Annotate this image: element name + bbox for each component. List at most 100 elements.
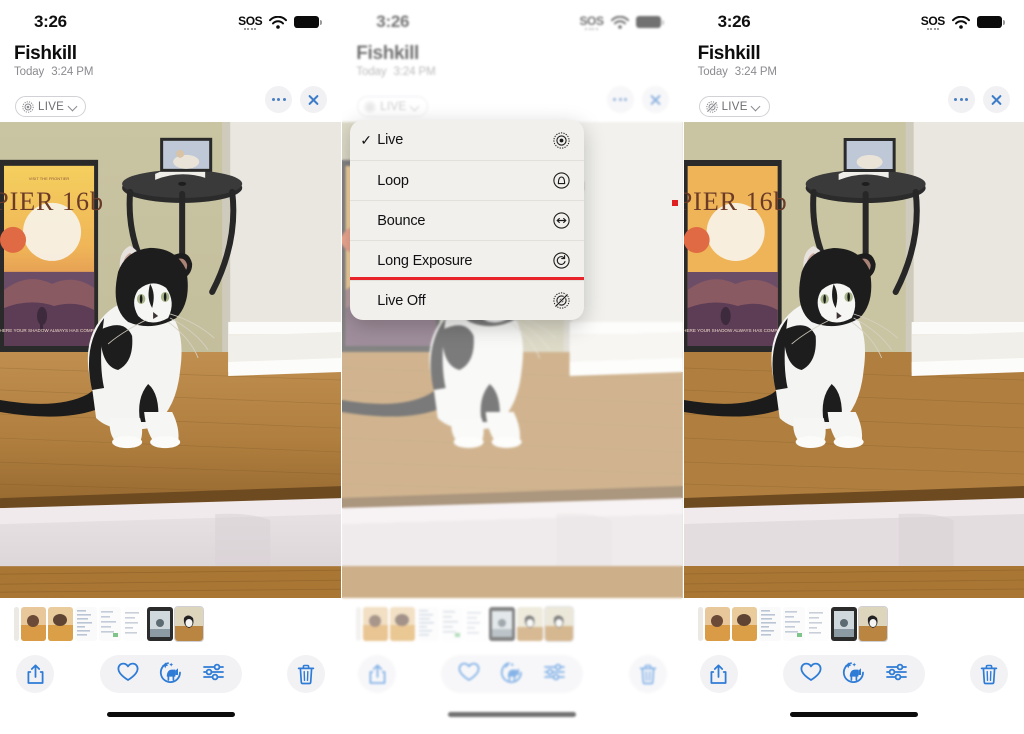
thumbnail-item[interactable]	[830, 607, 857, 641]
photo-actions-group	[782, 655, 925, 693]
thumbnail-item[interactable]	[465, 607, 488, 641]
photo-viewer[interactable]: WHERE YOUR SHADOW ALWAYS HAS COMPANY PIE…	[0, 122, 342, 598]
adjust-sliders-icon	[202, 663, 224, 680]
photo-date: Today	[356, 66, 387, 78]
photographic-styles-icon	[842, 661, 864, 683]
delete-button[interactable]	[628, 655, 667, 693]
thumbnail-item[interactable]	[417, 607, 440, 641]
photo-time: 3:24 PM	[51, 66, 94, 78]
thumbnail-item[interactable]	[697, 607, 703, 641]
thumbnail-item[interactable]	[489, 607, 516, 641]
status-bar: 3:26 SOS	[0, 0, 341, 40]
photo-toolbar	[684, 644, 1024, 698]
header-buttons	[265, 86, 328, 113]
menu-item-live-off[interactable]: Live Off	[350, 280, 585, 320]
chevron-down-icon	[68, 102, 77, 111]
live-mode-button[interactable]: LIVE	[698, 96, 770, 117]
thumbnail-strip[interactable]	[342, 598, 682, 644]
share-button[interactable]	[358, 655, 397, 693]
thumbnail-item[interactable]	[123, 607, 145, 641]
thumbnail-item[interactable]	[390, 607, 416, 641]
photo-toolbar	[0, 644, 341, 698]
adjust-sliders-icon	[885, 663, 907, 680]
delete-button[interactable]	[287, 655, 326, 693]
thumbnail-item[interactable]	[75, 607, 97, 641]
photographic-styles-icon	[501, 661, 523, 683]
share-button[interactable]	[16, 655, 54, 693]
thumbnail-item-selected[interactable]	[174, 606, 204, 642]
close-button[interactable]	[982, 86, 1010, 113]
photo-time: 3:24 PM	[734, 66, 777, 78]
battery-full-icon	[976, 16, 1005, 28]
status-bar: 3:26 SOS	[342, 0, 682, 40]
live-mode-button[interactable]: LIVE	[357, 96, 429, 117]
thumbnail-item[interactable]	[363, 607, 389, 641]
thumbnail-item[interactable]	[14, 607, 19, 641]
delete-button[interactable]	[969, 655, 1008, 693]
svg-text:WHERE YOUR SHADOW ALWAYS HAS C: WHERE YOUR SHADOW ALWAYS HAS COMPANY	[0, 328, 103, 333]
three-panel-screenshot-comparison: 3:26 SOS Fishkill Today 3:24 PM LIVE WHE…	[0, 0, 1024, 734]
thumbnail-item[interactable]	[99, 607, 121, 641]
battery-full-icon	[635, 16, 664, 28]
home-indicator[interactable]	[106, 712, 235, 717]
thumbnail-strip[interactable]	[0, 598, 341, 644]
thumbnail-item[interactable]	[48, 607, 73, 641]
thumbnail-item[interactable]	[356, 607, 362, 641]
favorite-button[interactable]	[800, 662, 822, 687]
home-indicator[interactable]	[448, 712, 577, 717]
panel-menu-open: 3:26 SOS Fishkill Today 3:24 PM LIVE ✓ L…	[341, 0, 683, 734]
sos-indicator: SOS	[238, 15, 263, 30]
share-icon	[369, 664, 386, 684]
thumbnail-item-selected[interactable]	[544, 606, 575, 642]
enhance-button[interactable]	[500, 661, 523, 688]
sos-dots	[243, 27, 257, 30]
close-icon	[990, 93, 1003, 106]
wifi-icon	[269, 15, 288, 29]
more-options-button[interactable]	[265, 86, 293, 113]
thumbnail-item[interactable]	[731, 607, 757, 641]
sos-indicator: SOS	[921, 15, 945, 30]
thumbnail-item[interactable]	[441, 607, 464, 641]
favorite-button[interactable]	[458, 662, 480, 687]
menu-item-live[interactable]: ✓ Live	[350, 120, 584, 160]
adjust-button[interactable]	[543, 663, 566, 686]
thumbnail-strip[interactable]	[684, 598, 1024, 644]
menu-item-label: Loop	[377, 172, 409, 189]
menu-item-bounce[interactable]: Bounce	[350, 200, 585, 240]
enhance-button[interactable]	[842, 661, 865, 688]
menu-item-long-exposure[interactable]: Long Exposure	[350, 240, 585, 280]
photo-viewer[interactable]: WHERE YOUR SHADOW ALWAYS HAS COMPANY PIE…	[683, 122, 1024, 598]
thumbnail-item[interactable]	[147, 607, 173, 641]
adjust-button[interactable]	[202, 663, 225, 686]
share-icon	[27, 664, 43, 684]
bounce-icon	[552, 211, 571, 230]
trash-icon	[980, 664, 998, 684]
live-photo-off-icon	[705, 100, 718, 113]
sos-label: SOS	[579, 13, 604, 28]
more-options-button[interactable]	[947, 86, 975, 113]
close-button[interactable]	[300, 86, 328, 113]
thumbnail-item[interactable]	[806, 607, 829, 641]
menu-item-loop[interactable]: Loop	[350, 160, 585, 200]
close-button[interactable]	[641, 86, 669, 113]
live-photo-icon	[552, 131, 571, 150]
favorite-button[interactable]	[117, 662, 139, 687]
thumbnail-item[interactable]	[21, 607, 46, 641]
red-marker-dot	[672, 200, 679, 206]
thumbnail-item[interactable]	[758, 607, 781, 641]
thumbnail-item[interactable]	[517, 607, 544, 641]
live-mode-menu[interactable]: ✓ Live Loop Bounce Long Exposure Live Of…	[350, 120, 585, 320]
cat-photo: WHERE YOUR SHADOW ALWAYS HAS COMPANY PIE…	[683, 122, 1024, 598]
live-photo-icon	[364, 100, 376, 113]
thumbnail-item-selected[interactable]	[857, 606, 888, 642]
home-indicator[interactable]	[789, 712, 918, 717]
enhance-button[interactable]	[159, 661, 182, 688]
heart-icon	[800, 662, 822, 681]
photo-toolbar	[342, 644, 682, 698]
thumbnail-item[interactable]	[782, 607, 805, 641]
share-button[interactable]	[699, 655, 738, 693]
more-options-button[interactable]	[606, 86, 634, 113]
thumbnail-item[interactable]	[704, 607, 730, 641]
live-mode-button[interactable]: LIVE	[15, 96, 87, 117]
adjust-button[interactable]	[885, 663, 908, 686]
